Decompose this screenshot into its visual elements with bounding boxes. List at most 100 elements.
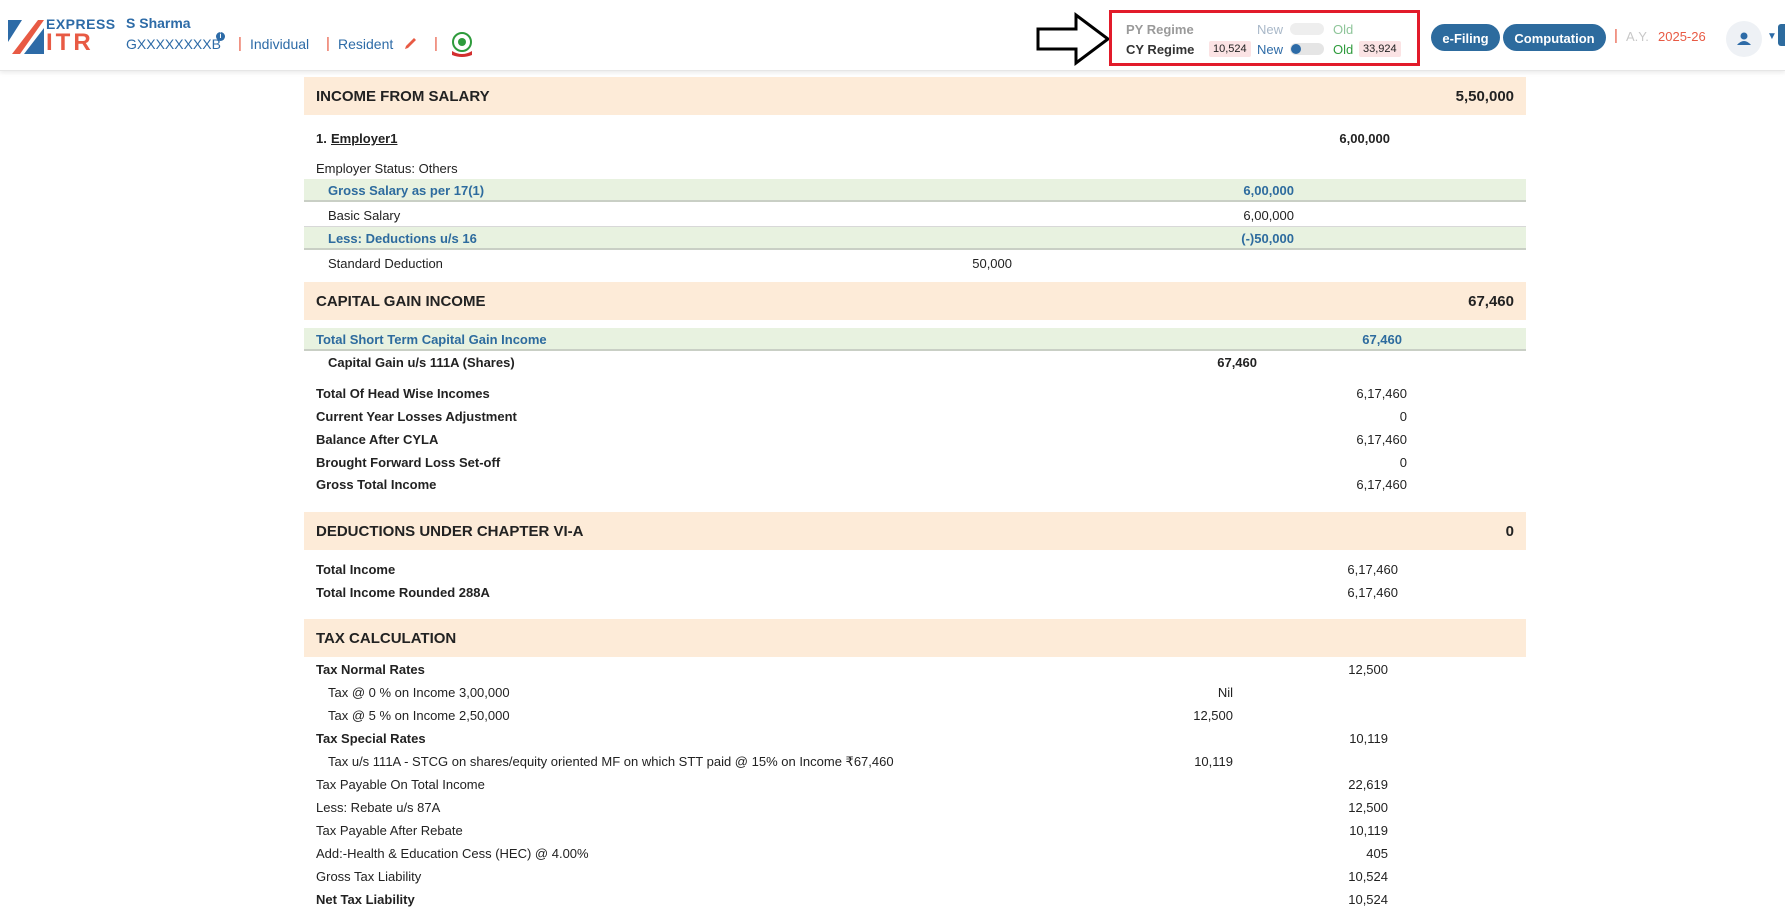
total-income-rounded-row: Total Income Rounded 288A 6,17,460 [304,585,1526,603]
cg-111a-value: 67,460 [1217,355,1257,370]
side-panel-button[interactable] [1778,24,1785,46]
tax-row: Gross Tax Liability 10,524 [304,869,1526,887]
summary-value: 0 [1399,409,1407,424]
taxpayer-name: S Sharma [126,15,191,31]
tax-row: Less: Rebate u/s 87A 12,500 [304,800,1526,818]
summary-label: Total Of Head Wise Incomes [316,386,490,401]
section-tax-calculation: TAX CALCULATION [304,619,1526,657]
py-old-label: Old [1333,22,1354,37]
section-total: 5,50,000 [1455,88,1514,105]
summary-row: Brought Forward Loss Set-off 0 [304,455,1526,473]
basic-salary-label: Basic Salary [328,208,401,223]
tax-row: Tax Special Rates 10,119 [304,731,1526,749]
total-income-label: Total Income [316,562,396,577]
tax-row: Tax @ 5 % on Income 2,50,000 12,500 [304,708,1526,726]
tax-normal-value: 12,500 [1348,662,1388,677]
callout-arrow-icon [1036,12,1110,66]
top-navigation-bar: EXPRESS ITR S Sharma GXXXXXXXXB i | Indi… [0,0,1785,71]
rebate-label: Less: Rebate u/s 87A [316,800,441,815]
pan-info-icon[interactable]: i [216,32,225,41]
gross-liability-value: 10,524 [1348,869,1388,884]
summary-row: Balance After CYLA 6,17,460 [304,432,1526,450]
divider: | [326,35,330,52]
total-income-rounded-value: 6,17,460 [1347,585,1398,600]
section-capital-gain-income: CAPITAL GAIN INCOME 67,460 [304,282,1526,320]
summary-row: Gross Total Income 6,17,460 [304,477,1526,495]
chevron-down-icon[interactable]: ▼ [1767,31,1777,42]
edit-pencil-icon[interactable] [404,36,418,50]
stcg-total-value: 67,460 [1362,332,1402,347]
tax-normal-label: Tax Normal Rates [316,662,425,677]
tax-stcg-label: Tax u/s 111A - STCG on shares/equity ori… [328,754,894,769]
tax-row: Tax Payable After Rebate 10,119 [304,823,1526,841]
summary-label: Brought Forward Loss Set-off [316,455,501,470]
tax-row: Tax Payable On Total Income 22,619 [304,777,1526,795]
logo-mark-icon [8,20,44,54]
gross-salary-value: 6,00,000 [1243,183,1294,198]
employer-index: 1. [316,131,327,146]
employer-amount: 6,00,000 [1339,131,1390,146]
divider: | [1614,27,1618,44]
deductions-16-value: (-)50,000 [1241,231,1294,246]
tax-payable-value: 22,619 [1348,777,1388,792]
employer-row: 1. Employer1 6,00,000 [304,131,1526,149]
assessment-year-value[interactable]: 2025-26 [1658,29,1706,44]
section-total: 67,460 [1468,293,1514,310]
section-title: TAX CALCULATION [316,630,457,647]
summary-label: Current Year Losses Adjustment [316,409,517,424]
after-rebate-value: 10,119 [1349,823,1388,838]
tax-special-value: 10,119 [1349,731,1388,746]
cy-new-label: New [1257,42,1284,57]
tax-slab-5-label: Tax @ 5 % on Income 2,50,000 [328,708,510,723]
tax-payable-label: Tax Payable On Total Income [316,777,485,792]
tax-stcg-value: 10,119 [1194,754,1233,769]
residential-status: Resident [338,36,394,52]
deductions-16-label: Less: Deductions u/s 16 [328,231,477,246]
tax-row: Tax u/s 111A - STCG on shares/equity ori… [304,754,1526,772]
assessment-year-label: A.Y. [1626,29,1649,44]
cess-value: 405 [1366,846,1388,861]
cy-regime-toggle[interactable] [1290,43,1324,55]
net-liability-value: 10,524 [1348,892,1388,907]
py-regime-toggle [1290,23,1324,35]
cy-new-regime-tax: 10,524 [1209,41,1251,57]
section-total: 0 [1505,523,1514,540]
standard-deduction-label: Standard Deduction [328,256,443,271]
section-income-from-salary: INCOME FROM SALARY 5,50,000 [304,77,1526,115]
rebate-value: 12,500 [1348,800,1388,815]
section-title: DEDUCTIONS UNDER CHAPTER VI-A [316,523,584,540]
tax-special-label: Tax Special Rates [316,731,426,746]
py-regime-label: PY Regime [1126,22,1194,37]
employer-status: Employer Status: Others [316,161,458,176]
summary-value: 6,17,460 [1356,432,1407,447]
employer-name-link[interactable]: Employer1 [331,131,397,146]
taxpayer-pan: GXXXXXXXXB [126,36,221,52]
stcg-total-label: Total Short Term Capital Gain Income [316,332,547,347]
summary-label: Gross Total Income [316,477,437,492]
cg-111a-label: Capital Gain u/s 111A (Shares) [328,355,515,370]
computation-button[interactable]: Computation [1503,24,1606,51]
divider: | [434,35,438,52]
section-deductions-chapter-via: DEDUCTIONS UNDER CHAPTER VI-A 0 [304,512,1526,550]
cg-111a-row: Capital Gain u/s 111A (Shares) 67,460 [304,355,1526,373]
summary-value: 0 [1399,455,1407,470]
gross-salary-row: Gross Salary as per 17(1) 6,00,000 [304,179,1526,202]
cess-label: Add:-Health & Education Cess (HEC) @ 4.0… [316,846,589,861]
employer-status-row: Employer Status: Others [304,161,1526,179]
tax-row: Tax Normal Rates 12,500 [304,662,1526,680]
summary-value: 6,17,460 [1356,477,1407,492]
summary-row: Total Of Head Wise Incomes 6,17,460 [304,386,1526,404]
user-avatar[interactable] [1726,21,1762,57]
net-liability-label: Net Tax Liability [316,892,415,907]
cy-old-regime-tax: 33,924 [1359,41,1401,57]
cy-old-label: Old [1333,42,1354,57]
standard-deduction-value: 50,000 [972,256,1012,271]
express-itr-logo[interactable]: EXPRESS ITR [8,16,115,56]
tax-slab-0-value: Nil [1217,685,1233,700]
tax-slab-5-value: 12,500 [1193,708,1233,723]
total-income-value: 6,17,460 [1347,562,1398,577]
summary-label: Balance After CYLA [316,432,439,447]
user-icon [1737,32,1751,45]
taxpayer-type: Individual [250,36,310,52]
e-filing-button[interactable]: e-Filing [1431,24,1500,51]
